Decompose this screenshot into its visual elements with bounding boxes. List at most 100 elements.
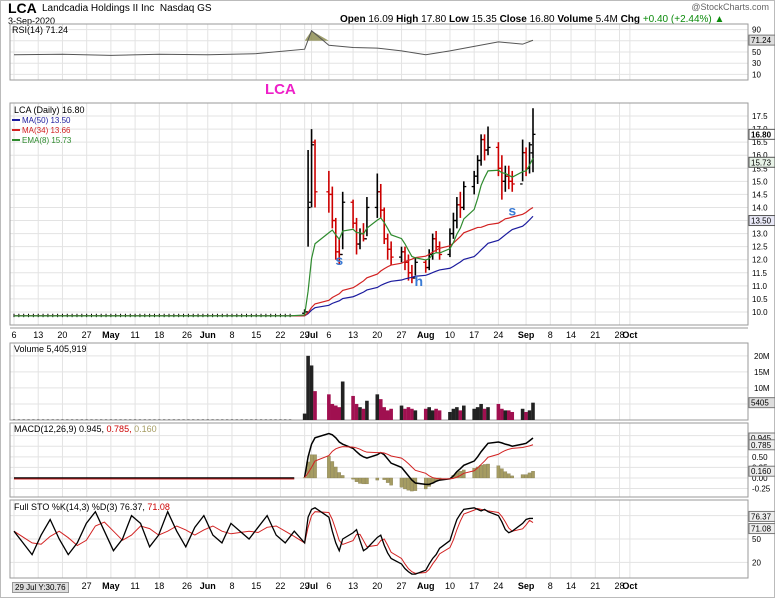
macd-histogram-bar	[413, 477, 418, 491]
x-tick-label: 13	[33, 330, 43, 340]
x-tick-label: 18	[154, 330, 164, 340]
x-tick-label: May	[102, 581, 120, 591]
x-tick-label: Sep	[518, 581, 535, 591]
macd-histogram-bar	[479, 465, 483, 479]
x-tick-label: 15	[251, 581, 261, 591]
volume-bar	[389, 408, 393, 420]
price-tick-label: 15.0	[752, 177, 768, 186]
rsi-tick-label: 50	[752, 48, 761, 57]
volume-bar	[327, 394, 331, 420]
price-value-tag: 15.73	[751, 158, 772, 167]
stoch-k-line	[13, 507, 533, 575]
volume-bar	[496, 403, 501, 420]
volume-bar	[333, 405, 338, 420]
volume-bar	[365, 400, 369, 420]
volume-bar	[458, 410, 463, 420]
volume-bar	[385, 410, 390, 420]
stoch-title-part: 71.08	[145, 502, 170, 512]
volume-bar	[455, 407, 459, 420]
x-tick-label: 22	[275, 581, 285, 591]
volume-bar	[427, 407, 431, 420]
x-tick-label: 22	[275, 330, 285, 340]
grid-layer	[10, 24, 748, 578]
volume-bar	[382, 407, 387, 420]
x-tick-label: 21	[590, 581, 600, 591]
volume-bar	[413, 410, 418, 420]
macd-histogram-bar	[403, 477, 407, 490]
rsi-value-tag: 71.24	[751, 36, 772, 45]
price-tick-label: 11.5	[752, 269, 768, 278]
price-tick-label: 10.0	[752, 308, 768, 317]
x-tick-label: 24	[493, 330, 503, 340]
sto-tick-label: 50	[752, 535, 761, 544]
volume-title: Volume 5,405,919	[14, 344, 87, 354]
x-tick-label: 17	[469, 330, 479, 340]
macd-histogram-bar	[313, 454, 317, 479]
macd-histogram-bar	[507, 473, 511, 479]
x-tick-label: 26	[182, 581, 192, 591]
macd-value-tag: 0.160	[751, 467, 772, 476]
volume-tick-label: 10M	[754, 384, 770, 393]
macd-histogram-bar	[427, 477, 431, 487]
volume-bar	[448, 411, 452, 420]
stoch-value-tag: 71.08	[751, 525, 772, 534]
volume-bar	[358, 407, 362, 420]
rsi-title: RSI(14) 71.24	[12, 25, 68, 35]
x-tick-label: Aug	[417, 581, 435, 591]
volume-bar	[309, 365, 314, 420]
rsi-tick-label: 90	[752, 26, 761, 35]
x-tick-label: 17	[469, 581, 479, 591]
x-tick-label: Jun	[200, 330, 216, 340]
volume-bar	[479, 403, 483, 420]
x-tick-label: 15	[251, 330, 261, 340]
price-title: LCA (Daily) 16.80	[14, 105, 85, 115]
volume-bar	[430, 410, 435, 420]
price-value-tag: 16.80	[751, 130, 772, 139]
price-tick-label: 12.5	[752, 243, 768, 252]
volume-bar	[410, 408, 414, 420]
sto-tick-label: 20	[752, 558, 761, 567]
x-tick-label: Jul	[305, 330, 318, 340]
macd-histogram-bar	[503, 471, 508, 479]
macd-title-part: 0.160	[132, 424, 157, 434]
ma50-line	[14, 215, 534, 317]
volume-bar	[524, 411, 528, 420]
ma34-line	[14, 206, 534, 317]
macd-histogram-bar	[520, 474, 525, 479]
macd-histogram-bar	[351, 477, 355, 480]
cursor-readout: 29 Jul Y:30.76	[12, 582, 69, 593]
macd-histogram-bar	[406, 477, 411, 491]
volume-bar	[375, 394, 380, 420]
volume-bar	[354, 403, 359, 420]
x-tick-label: 18	[154, 581, 164, 591]
stoch-title: Full STO %K(14,3) %D(3) 76.37, 71.08	[14, 502, 170, 512]
x-tick-label: Oct	[622, 581, 637, 591]
x-tick-label: 8	[229, 330, 234, 340]
macd-histogram-bar	[340, 475, 345, 479]
macd-histogram-bar	[389, 477, 393, 486]
x-tick-label: 20	[372, 330, 382, 340]
x-tick-label: 6	[326, 330, 331, 340]
macd-histogram-bar	[365, 477, 369, 485]
volume-bar	[340, 381, 345, 420]
volume-bar	[351, 395, 355, 420]
macd-histogram-bar	[375, 477, 380, 481]
volume-tick-label: 15M	[754, 368, 770, 377]
pattern-annotation: s	[335, 252, 343, 268]
volume-bar	[472, 408, 476, 420]
macd-histogram-bar	[385, 477, 390, 483]
price-tick-label: 12.0	[752, 256, 768, 265]
macd-tick-label: 0.50	[752, 453, 768, 462]
macd-value-tag: 0.785	[751, 441, 772, 450]
volume-tick-label: 20M	[754, 352, 770, 361]
volume-bar	[486, 407, 490, 420]
x-tick-label: 8	[548, 581, 553, 591]
volume-bar	[399, 405, 404, 420]
macd-histogram-bar	[399, 477, 404, 488]
x-tick-label: 26	[182, 330, 192, 340]
macd-histogram-bar	[334, 466, 338, 479]
macd-histogram-bar	[496, 465, 501, 479]
volume-bar	[462, 405, 466, 420]
volume-bar	[451, 408, 456, 420]
x-tick-label: Jul	[305, 581, 318, 591]
